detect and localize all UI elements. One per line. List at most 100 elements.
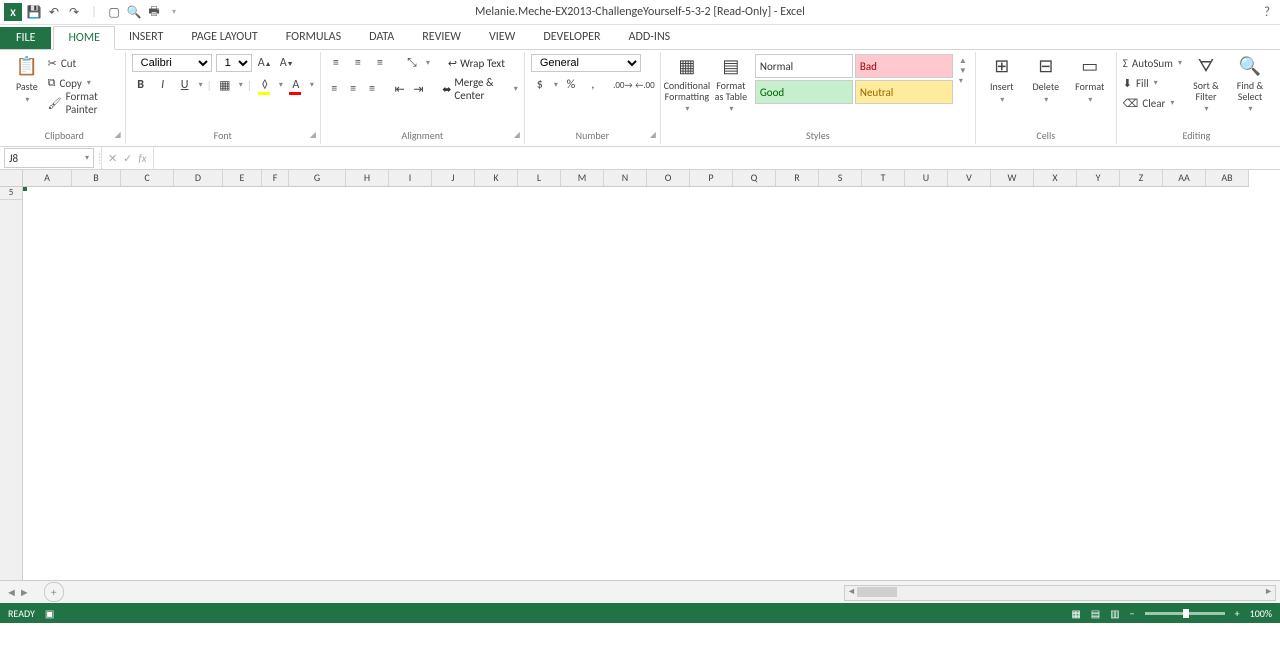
cut-button[interactable]: ✂Cut bbox=[48, 54, 119, 72]
row-header[interactable]: 5 bbox=[0, 187, 22, 200]
zoom-out-icon[interactable]: − bbox=[1130, 607, 1135, 620]
col-header[interactable]: R bbox=[776, 170, 819, 186]
col-header[interactable]: X bbox=[1034, 170, 1077, 186]
scrollbar-thumb[interactable] bbox=[857, 587, 897, 597]
align-right-icon[interactable]: ≡ bbox=[365, 80, 380, 98]
align-middle-icon[interactable]: ≡ bbox=[349, 54, 367, 72]
grow-font-icon[interactable]: A▲ bbox=[256, 54, 274, 72]
zoom-thumb[interactable] bbox=[1183, 609, 1189, 618]
align-center-icon[interactable]: ≡ bbox=[346, 80, 361, 98]
bold-button[interactable]: B bbox=[132, 76, 150, 94]
italic-button[interactable]: I bbox=[154, 76, 172, 94]
col-header[interactable]: S bbox=[819, 170, 862, 186]
dialog-launcher-icon[interactable]: ◢ bbox=[650, 130, 656, 140]
ribbon-tab-insert[interactable]: INSERT bbox=[115, 26, 177, 49]
col-header[interactable]: I bbox=[389, 170, 432, 186]
col-header[interactable]: E bbox=[223, 170, 262, 186]
fx-icon[interactable]: fx bbox=[138, 152, 146, 165]
col-header[interactable]: V bbox=[948, 170, 991, 186]
col-header[interactable]: J bbox=[432, 170, 475, 186]
style-normal[interactable]: Normal bbox=[755, 54, 853, 78]
help-icon[interactable]: ? bbox=[1254, 5, 1280, 20]
dialog-launcher-icon[interactable]: ◢ bbox=[310, 130, 316, 140]
font-color-icon[interactable]: A bbox=[287, 76, 305, 94]
ribbon-tab-developer[interactable]: DEVELOPER bbox=[529, 26, 614, 49]
view-normal-icon[interactable]: ▦ bbox=[1071, 607, 1080, 620]
zoom-in-icon[interactable]: + bbox=[1235, 607, 1240, 620]
col-header[interactable]: K bbox=[475, 170, 518, 186]
qat-print-icon[interactable]: 🖶 bbox=[146, 4, 162, 20]
qat-preview-icon[interactable]: 🔍 bbox=[126, 4, 142, 20]
fill-button[interactable]: ⬇Fill▾ bbox=[1123, 74, 1182, 92]
styles-more-icon[interactable]: ▾ bbox=[959, 76, 967, 86]
col-header[interactable]: Q bbox=[733, 170, 776, 186]
fill-color-icon[interactable]: ◊ bbox=[256, 76, 274, 94]
col-header[interactable]: Y bbox=[1077, 170, 1120, 186]
conditional-formatting-button[interactable]: ▦ Conditional Formatting▾ bbox=[667, 54, 707, 114]
view-pagebreak-icon[interactable]: ▥ bbox=[1110, 607, 1119, 620]
font-size-select[interactable]: 11 bbox=[216, 54, 252, 72]
ribbon-tab-view[interactable]: VIEW bbox=[475, 26, 529, 49]
scroll-left-icon[interactable]: ◄ bbox=[847, 586, 856, 597]
insert-cells-button[interactable]: ⊞Insert▾ bbox=[982, 54, 1022, 105]
col-header[interactable]: C bbox=[121, 170, 174, 186]
ribbon-tab-data[interactable]: DATA bbox=[355, 26, 408, 49]
merge-center-button[interactable]: ⬌Merge & Center▾ bbox=[442, 76, 518, 102]
col-header[interactable]: D bbox=[174, 170, 223, 186]
col-header[interactable]: U bbox=[905, 170, 948, 186]
delete-cells-button[interactable]: ⊟Delete▾ bbox=[1026, 54, 1066, 105]
select-all-corner[interactable] bbox=[0, 170, 23, 187]
col-header[interactable]: N bbox=[604, 170, 647, 186]
format-as-table-button[interactable]: ▤ Format as Table▾ bbox=[711, 54, 751, 114]
qat-more-icon[interactable]: ▾ bbox=[166, 4, 182, 20]
new-sheet-button[interactable]: + bbox=[44, 582, 64, 602]
col-header[interactable]: G bbox=[289, 170, 346, 186]
col-header[interactable]: F bbox=[262, 170, 289, 186]
ribbon-tab-formulas[interactable]: FORMULAS bbox=[272, 26, 355, 49]
styles-scroll-up-icon[interactable]: ▲ bbox=[959, 56, 967, 66]
col-header[interactable]: AB bbox=[1206, 170, 1249, 186]
decrease-decimal-icon[interactable]: ←.00 bbox=[636, 76, 654, 94]
increase-indent-icon[interactable]: ⇥ bbox=[411, 80, 426, 98]
col-header[interactable]: Z bbox=[1120, 170, 1163, 186]
qat-new-icon[interactable]: ▢ bbox=[106, 4, 122, 20]
col-header[interactable]: M bbox=[561, 170, 604, 186]
macro-record-icon[interactable]: ▣ bbox=[45, 607, 54, 620]
name-box[interactable]: J8▾ bbox=[4, 148, 94, 168]
format-painter-button[interactable]: 🖌Format Painter bbox=[48, 94, 119, 112]
qat-undo-icon[interactable]: ↶ bbox=[46, 4, 62, 20]
col-header[interactable]: A bbox=[23, 170, 72, 186]
qat-save-icon[interactable]: 💾 bbox=[26, 4, 42, 20]
percent-icon[interactable]: % bbox=[562, 76, 580, 94]
clear-button[interactable]: ⌫Clear▾ bbox=[1123, 94, 1182, 112]
comma-icon[interactable]: , bbox=[584, 76, 602, 94]
col-header[interactable]: H bbox=[346, 170, 389, 186]
underline-button[interactable]: U bbox=[176, 76, 194, 94]
wrap-text-button[interactable]: ↩Wrap Text bbox=[448, 57, 505, 70]
dialog-launcher-icon[interactable]: ◢ bbox=[514, 130, 520, 140]
borders-icon[interactable]: ▦ bbox=[216, 76, 234, 94]
align-bottom-icon[interactable]: ≡ bbox=[371, 54, 389, 72]
file-tab[interactable]: FILE bbox=[0, 27, 51, 49]
accounting-icon[interactable]: $ bbox=[531, 76, 549, 94]
decrease-indent-icon[interactable]: ⇤ bbox=[392, 80, 407, 98]
horizontal-scrollbar[interactable]: ◄ ► bbox=[844, 585, 1276, 601]
align-left-icon[interactable]: ≡ bbox=[327, 80, 342, 98]
col-header[interactable]: T bbox=[862, 170, 905, 186]
col-header[interactable]: W bbox=[991, 170, 1034, 186]
col-header[interactable]: O bbox=[647, 170, 690, 186]
col-header[interactable]: AA bbox=[1163, 170, 1206, 186]
column-headers[interactable]: ABCDEFGHIJKLMNOPQRSTUVWXYZAAAB bbox=[23, 170, 1249, 187]
sheet-nav-next-icon[interactable]: ► bbox=[19, 586, 30, 599]
cancel-formula-icon[interactable]: ✕ bbox=[108, 152, 117, 165]
increase-decimal-icon[interactable]: .00→ bbox=[614, 76, 632, 94]
ribbon-tab-page-layout[interactable]: PAGE LAYOUT bbox=[177, 26, 271, 49]
col-header[interactable]: L bbox=[518, 170, 561, 186]
view-layout-icon[interactable]: ▤ bbox=[1091, 607, 1100, 620]
zoom-slider[interactable] bbox=[1145, 612, 1225, 615]
ribbon-tab-review[interactable]: REVIEW bbox=[408, 26, 475, 49]
style-good[interactable]: Good bbox=[755, 80, 853, 104]
sheet-nav-prev-icon[interactable]: ◄ bbox=[6, 586, 17, 599]
number-format-select[interactable]: General bbox=[531, 54, 641, 72]
styles-scroll-down-icon[interactable]: ▼ bbox=[959, 66, 967, 76]
